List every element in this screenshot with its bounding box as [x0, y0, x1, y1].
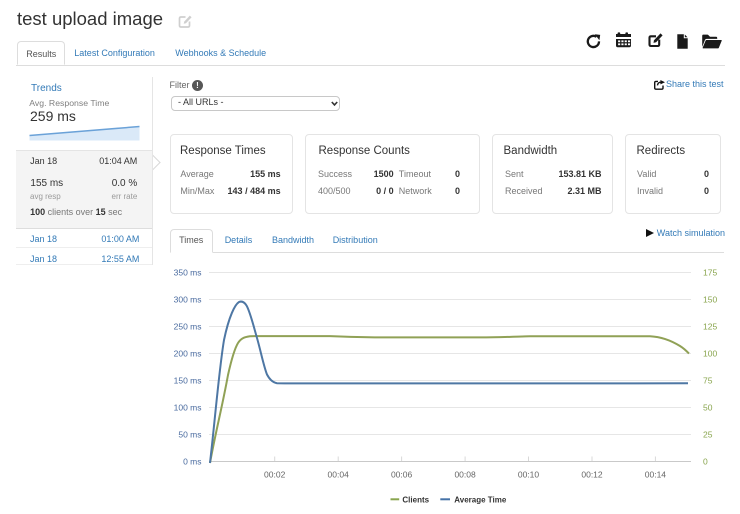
svg-text:00:06: 00:06 — [391, 470, 413, 480]
svg-text:75: 75 — [703, 375, 713, 385]
svg-text:125: 125 — [703, 321, 717, 331]
svg-text:175: 175 — [703, 267, 717, 277]
svg-text:00:12: 00:12 — [581, 470, 603, 480]
svg-text:350 ms: 350 ms — [174, 267, 202, 277]
svg-text:100: 100 — [703, 348, 717, 358]
svg-text:Clients: Clients — [402, 495, 429, 504]
svg-text:Average Time: Average Time — [454, 495, 507, 504]
svg-text:50 ms: 50 ms — [178, 429, 201, 439]
svg-text:150: 150 — [703, 294, 717, 304]
svg-text:100 ms: 100 ms — [174, 402, 202, 412]
svg-text:300 ms: 300 ms — [174, 294, 202, 304]
svg-text:0: 0 — [703, 456, 708, 466]
svg-text:200 ms: 200 ms — [174, 348, 202, 358]
svg-text:150 ms: 150 ms — [174, 375, 202, 385]
svg-text:250 ms: 250 ms — [174, 321, 202, 331]
svg-text:00:02: 00:02 — [264, 470, 286, 480]
svg-text:0 ms: 0 ms — [183, 456, 201, 466]
svg-text:50: 50 — [703, 402, 713, 412]
svg-text:00:04: 00:04 — [328, 470, 350, 480]
svg-text:00:08: 00:08 — [454, 470, 476, 480]
svg-text:25: 25 — [703, 429, 713, 439]
svg-text:00:14: 00:14 — [645, 470, 667, 480]
svg-text:00:10: 00:10 — [518, 470, 540, 480]
